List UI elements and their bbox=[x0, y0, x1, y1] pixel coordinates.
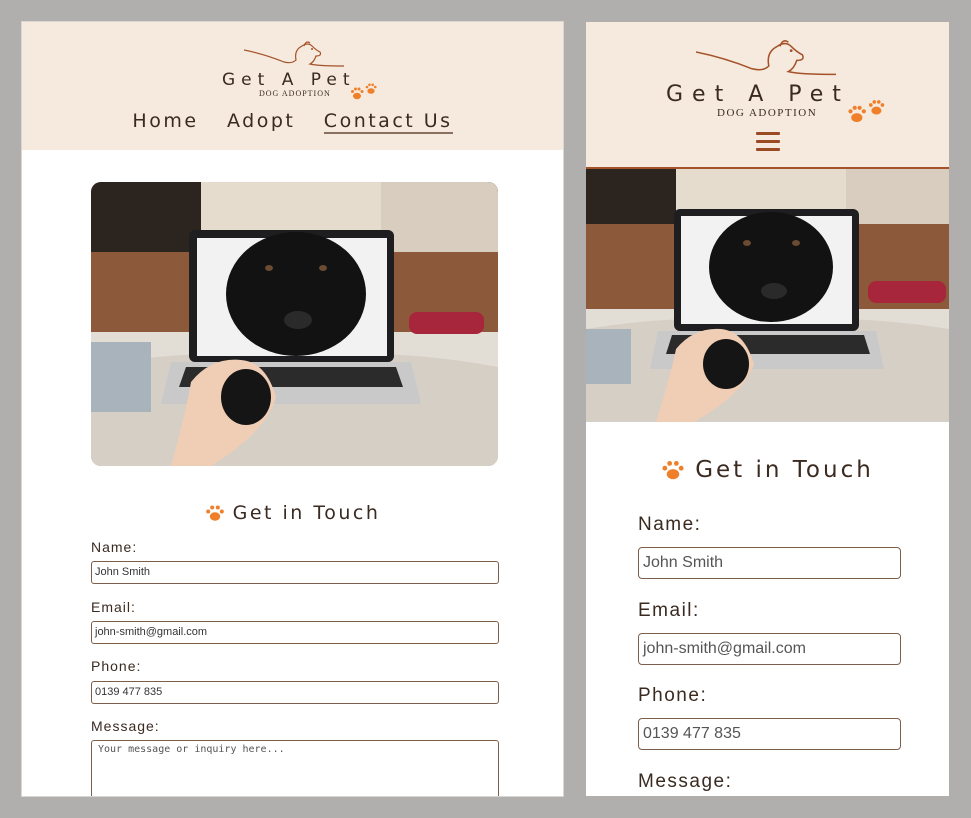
email-field[interactable]: john-smith@gmail.com bbox=[91, 621, 499, 644]
contact-heading-mobile: Get in Touch bbox=[586, 457, 949, 483]
message-field[interactable]: Your message or inquiry here... bbox=[91, 740, 499, 796]
name-label: Name: bbox=[91, 539, 138, 555]
email-label-mobile: Email: bbox=[638, 600, 700, 621]
hero-image bbox=[91, 182, 498, 466]
nav-item-home[interactable]: Home bbox=[132, 110, 198, 132]
contact-heading: Get in Touch bbox=[22, 502, 563, 524]
message-label-mobile: Message: bbox=[638, 771, 733, 792]
nav-item-adopt[interactable]: Adopt bbox=[227, 110, 295, 132]
phone-label-mobile: Phone: bbox=[638, 685, 708, 706]
paw-icon bbox=[662, 460, 684, 480]
brand-tagline: DOG ADOPTION bbox=[259, 89, 331, 98]
name-field[interactable]: John Smith bbox=[91, 561, 499, 584]
hero-image-mobile bbox=[586, 169, 949, 422]
email-field-mobile[interactable]: john-smith@gmail.com bbox=[638, 633, 901, 665]
email-label: Email: bbox=[91, 599, 136, 615]
mobile-view: Get A Pet DOG ADOPTION Get in Touch Name… bbox=[586, 22, 949, 796]
phone-field[interactable]: 0139 477 835 bbox=[91, 681, 499, 704]
brand-tagline-mobile: DOG ADOPTION bbox=[717, 107, 818, 119]
main-nav: Home Adopt Contact Us bbox=[22, 110, 563, 134]
name-label-mobile: Name: bbox=[638, 514, 702, 535]
dog-line-logo-icon[interactable] bbox=[696, 38, 836, 80]
name-field-mobile[interactable]: John Smith bbox=[638, 547, 901, 579]
paw-icon bbox=[847, 98, 889, 131]
phone-field-mobile[interactable]: 0139 477 835 bbox=[638, 718, 901, 750]
paw-icon bbox=[205, 505, 224, 521]
phone-label: Phone: bbox=[91, 658, 142, 674]
brand-name-mobile[interactable]: Get A Pet bbox=[666, 82, 850, 107]
brand-name[interactable]: Get A Pet bbox=[222, 70, 356, 90]
message-label: Message: bbox=[91, 718, 160, 734]
hamburger-menu-icon[interactable] bbox=[756, 132, 780, 154]
nav-item-contact-us[interactable]: Contact Us bbox=[323, 110, 453, 134]
site-header: Get A Pet DOG ADOPTION Home Adopt Contac… bbox=[22, 22, 563, 150]
contact-heading-text-mobile: Get in Touch bbox=[695, 457, 874, 483]
paw-icon bbox=[350, 82, 380, 107]
contact-heading-text: Get in Touch bbox=[232, 502, 381, 524]
site-header-mobile: Get A Pet DOG ADOPTION bbox=[586, 22, 949, 169]
dog-line-logo-icon[interactable] bbox=[244, 40, 344, 70]
desktop-view: Get A Pet DOG ADOPTION Home Adopt Contac… bbox=[22, 22, 563, 796]
